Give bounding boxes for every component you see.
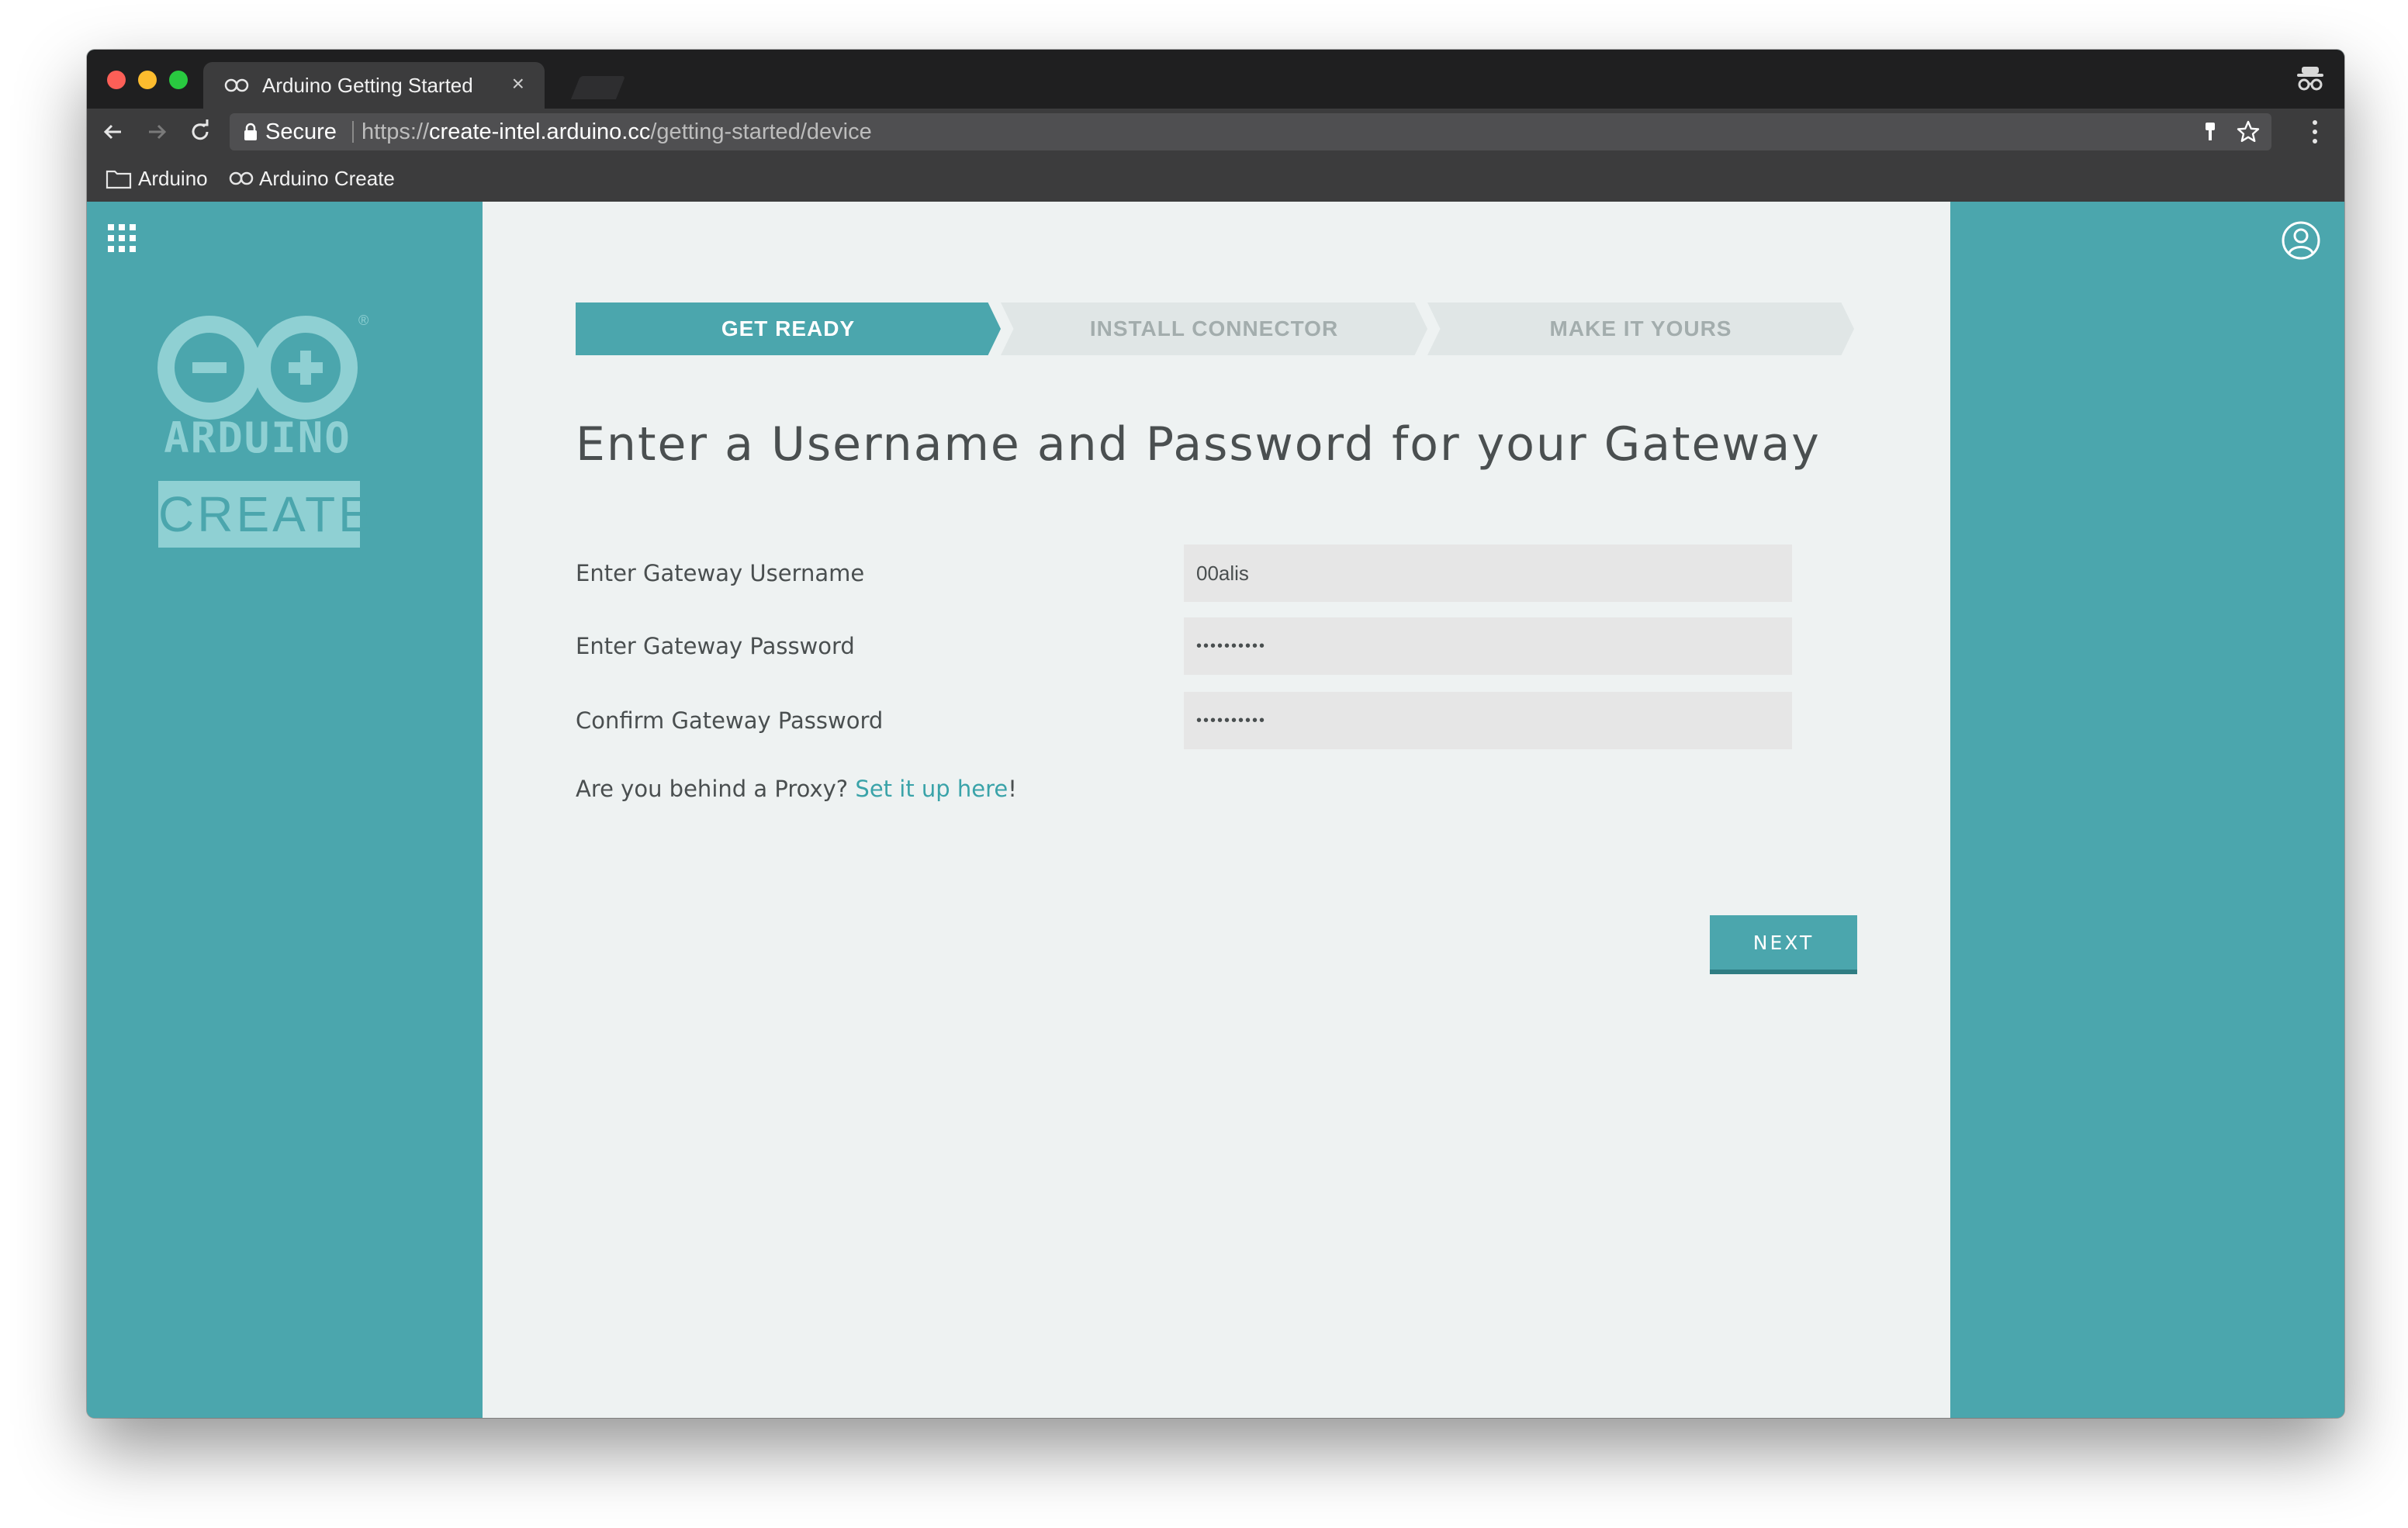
new-tab-button[interactable]: [570, 76, 626, 99]
confirm-password-label: Confirm Gateway Password: [576, 707, 884, 734]
step-install-connector: INSTALL CONNECTOR: [1001, 302, 1427, 355]
address-bar[interactable]: Secure https://create-intel.arduino.cc/g…: [230, 113, 2271, 150]
page-title: Enter a Username and Password for your G…: [576, 417, 1821, 472]
folder-icon: [106, 170, 132, 189]
bookmarks-bar: Arduino Arduino Create: [87, 155, 2344, 202]
proxy-suffix: !: [1008, 776, 1017, 802]
username-label: Enter Gateway Username: [576, 560, 865, 586]
bookmark-arduino[interactable]: Arduino: [106, 164, 214, 192]
url-path: /getting-started/device: [650, 119, 872, 144]
arduino-infinity-icon: [224, 78, 249, 92]
back-arrow-icon[interactable]: [98, 116, 129, 147]
bookmark-star-icon[interactable]: [2236, 119, 2261, 144]
gateway-username-field[interactable]: [1184, 544, 1792, 602]
browser-tab[interactable]: Arduino Getting Started ×: [203, 62, 545, 109]
lock-icon: [244, 123, 257, 140]
url-text[interactable]: https://create-intel.arduino.cc/getting-…: [362, 113, 872, 150]
reload-icon[interactable]: [185, 116, 216, 147]
browser-toolbar: Secure https://create-intel.arduino.cc/g…: [87, 109, 2344, 155]
tab-title: Arduino Getting Started: [262, 74, 473, 97]
bookmark-label: Arduino: [138, 167, 208, 190]
bookmark-arduino-create[interactable]: Arduino Create: [228, 164, 430, 192]
web-page: ® ARDUINO CREATE GET READY INSTALL CONNE…: [87, 202, 2344, 1418]
url-prefix: https://: [362, 119, 430, 144]
browser-menu-icon[interactable]: [2299, 115, 2330, 149]
title-bar: Arduino Getting Started ×: [87, 50, 2344, 109]
user-account-icon[interactable]: [2281, 220, 2321, 261]
tab-close-icon[interactable]: ×: [512, 71, 524, 96]
create-wordmark: CREATE: [158, 481, 372, 548]
next-button[interactable]: NEXT: [1710, 915, 1857, 974]
step-get-ready: GET READY: [576, 302, 1001, 355]
confirm-password-field[interactable]: [1184, 692, 1792, 749]
incognito-icon: [2297, 67, 2323, 91]
browser-window: Arduino Getting Started × Secure https:/…: [87, 50, 2344, 1418]
url-separator: [352, 121, 354, 143]
close-window-button[interactable]: [107, 71, 126, 89]
bookmark-label: Arduino Create: [259, 167, 395, 190]
proxy-prompt: Are you behind a Proxy? Set it up here!: [576, 776, 1017, 802]
secure-label: Secure: [265, 119, 337, 144]
key-icon[interactable]: [2199, 120, 2222, 143]
arduino-wordmark: ARDUINO: [164, 413, 351, 462]
proxy-question: Are you behind a Proxy?: [576, 776, 856, 802]
main-content: GET READY INSTALL CONNECTOR MAKE IT YOUR…: [483, 202, 1950, 1418]
minimize-window-button[interactable]: [138, 71, 157, 89]
gateway-password-field[interactable]: [1184, 617, 1792, 675]
step-make-it-yours: MAKE IT YOURS: [1427, 302, 1854, 355]
password-label: Enter Gateway Password: [576, 633, 855, 659]
forward-arrow-icon[interactable]: [141, 116, 172, 147]
maximize-window-button[interactable]: [169, 71, 188, 89]
arduino-infinity-icon: [229, 171, 254, 185]
registered-mark: ®: [358, 313, 368, 328]
apps-grid-icon[interactable]: [107, 223, 137, 253]
url-host: create-intel.arduino.cc: [429, 119, 651, 144]
proxy-setup-link[interactable]: Set it up here: [855, 776, 1008, 802]
